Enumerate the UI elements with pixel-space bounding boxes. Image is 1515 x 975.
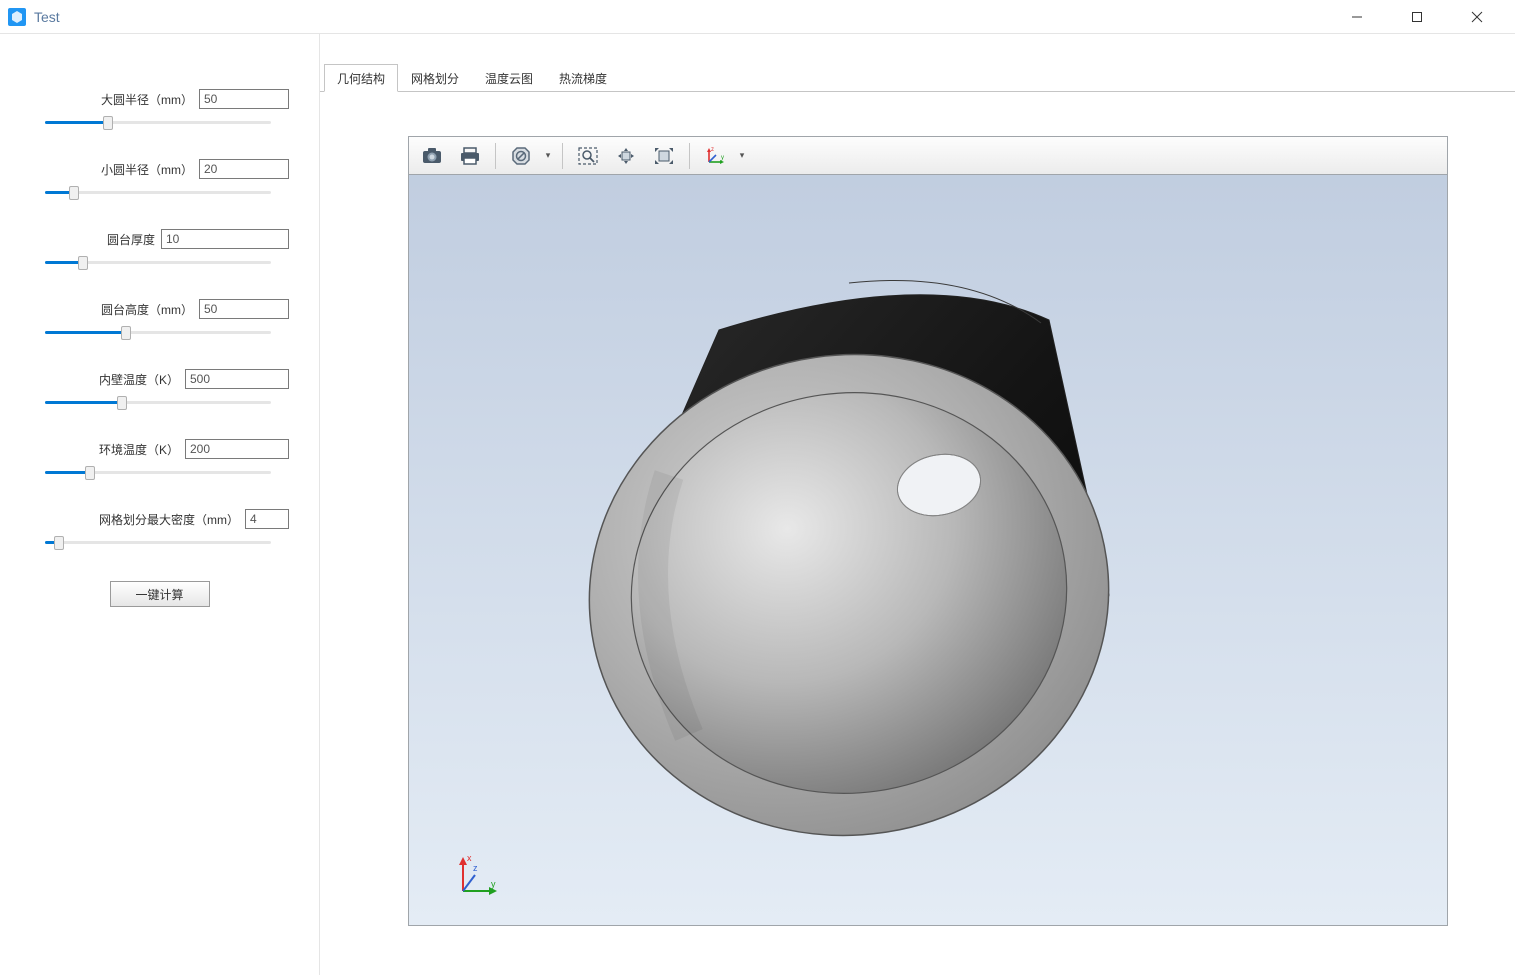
maximize-button[interactable] [1387,0,1447,34]
sidebar: 大圆半径（mm） 小圆半径（mm） 圆台厚度 [0,34,320,975]
large-radius-input[interactable] [199,89,289,109]
param-label: 圆台高度（mm） [101,301,193,318]
small-radius-slider[interactable] [45,183,271,201]
main-area: 几何结构 网格划分 温度云图 热流梯度 ▾ [320,34,1515,975]
large-radius-slider[interactable] [45,113,271,131]
param-height: 圆台高度（mm） [0,299,319,341]
pan-icon[interactable] [609,141,643,171]
param-mesh-density: 网格划分最大密度（mm） [0,509,319,551]
geometry-model [409,175,1447,925]
svg-text:y: y [491,879,496,889]
tabstrip: 几何结构 网格划分 温度云图 热流梯度 [320,66,1515,92]
print-icon[interactable] [453,141,487,171]
param-thickness: 圆台厚度 [0,229,319,271]
svg-text:z: z [473,863,478,873]
titlebar: Test [0,0,1515,34]
forbid-dropdown[interactable]: ▾ [542,150,554,161]
viewport-toolbar: ▾ zy ▾ [409,137,1447,175]
height-slider[interactable] [45,323,271,341]
env-temp-slider[interactable] [45,463,271,481]
window-title: Test [34,9,60,25]
mesh-density-slider[interactable] [45,533,271,551]
fit-icon[interactable] [647,141,681,171]
param-env-temp: 环境温度（K） [0,439,319,481]
zoom-rect-icon[interactable] [571,141,605,171]
param-label: 内壁温度（K） [99,371,179,388]
height-input[interactable] [199,299,289,319]
svg-text:x: x [467,853,472,863]
close-button[interactable] [1447,0,1507,34]
axis-gizmo[interactable]: x y z [447,847,503,903]
tab-mesh[interactable]: 网格划分 [398,64,472,91]
inner-temp-slider[interactable] [45,393,271,411]
app-icon [8,8,26,26]
axes-icon[interactable]: zy [698,141,732,171]
param-label: 环境温度（K） [99,441,179,458]
thickness-input[interactable] [161,229,289,249]
mesh-density-input[interactable] [245,509,289,529]
thickness-slider[interactable] [45,253,271,271]
3d-viewport[interactable]: ▾ zy ▾ [408,136,1448,926]
minimize-button[interactable] [1327,0,1387,34]
tab-temperature[interactable]: 温度云图 [472,64,546,91]
param-label: 圆台厚度 [107,231,155,248]
param-inner-temp: 内壁温度（K） [0,369,319,411]
tab-geometry[interactable]: 几何结构 [324,64,398,92]
small-radius-input[interactable] [199,159,289,179]
param-label: 小圆半径（mm） [101,161,193,178]
env-temp-input[interactable] [185,439,289,459]
camera-icon[interactable] [415,141,449,171]
tab-heatflow[interactable]: 热流梯度 [546,64,620,91]
inner-temp-input[interactable] [185,369,289,389]
param-large-radius: 大圆半径（mm） [0,89,319,131]
svg-text:y: y [721,155,724,161]
axes-dropdown[interactable]: ▾ [736,150,748,161]
param-small-radius: 小圆半径（mm） [0,159,319,201]
forbid-icon[interactable] [504,141,538,171]
param-label: 大圆半径（mm） [101,91,193,108]
param-label: 网格划分最大密度（mm） [99,511,239,528]
window-controls [1327,0,1507,34]
svg-text:z: z [711,147,714,153]
calculate-button[interactable]: 一键计算 [110,581,210,607]
